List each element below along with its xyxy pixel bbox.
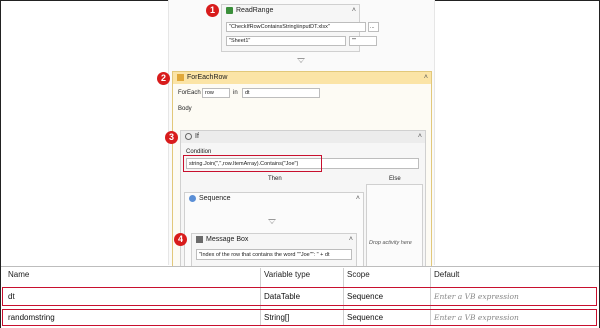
variable-type-cell[interactable]: DataTable (264, 292, 300, 301)
message-box-header: Message Box ˄ (192, 234, 356, 246)
excel-read-icon (226, 6, 233, 14)
if-header: If ˄ (181, 131, 425, 143)
for-each-row-title: ForEachRow (187, 74, 228, 81)
sequence-icon (189, 194, 196, 202)
read-range-title: ReadRange (236, 7, 274, 14)
range-field[interactable]: "" (349, 36, 377, 46)
step-marker-1: 1 (206, 4, 219, 17)
body-label: Body (178, 106, 192, 112)
foreach-icon (177, 73, 184, 81)
message-text-field[interactable]: "Index of the row that contains the word… (196, 249, 352, 260)
in-label: in (233, 90, 238, 96)
if-title: If (195, 133, 199, 140)
variable-name-cell[interactable]: dt (8, 292, 15, 301)
step-marker-2: 2 (157, 72, 170, 85)
sequence-title: Sequence (199, 195, 231, 202)
collapse-chevron-icon[interactable]: ˄ (352, 5, 356, 17)
else-drop-area[interactable] (366, 184, 423, 266)
collapse-chevron-icon[interactable]: ˄ (418, 131, 422, 143)
variable-type-cell[interactable]: String[] (264, 313, 289, 322)
read-range-header: ReadRange ˄ (222, 5, 359, 17)
collapse-chevron-icon[interactable]: ˄ (349, 234, 353, 246)
if-icon (185, 132, 192, 140)
else-drop-text: Drop activity here (369, 240, 412, 246)
step-marker-4: 4 (174, 233, 187, 246)
browse-button[interactable]: ... (368, 22, 379, 32)
sheet-name-field[interactable]: "Sheet1" (226, 36, 346, 46)
variable-scope-cell[interactable]: Sequence (347, 313, 383, 322)
header-variable-type[interactable]: Variable type (264, 270, 310, 279)
message-box-icon (196, 235, 203, 243)
variable-scope-cell[interactable]: Sequence (347, 292, 383, 301)
foreach-item-field[interactable]: row (202, 88, 230, 98)
drop-arrow-icon (268, 219, 276, 224)
message-box-title: Message Box (206, 236, 249, 243)
sequence-header: Sequence ˄ (185, 193, 363, 205)
workbook-path-field[interactable]: "CheckIfRowContainsString\inputDT.xlsx" (226, 22, 366, 32)
variable-default-cell[interactable]: Enter a VB expression (434, 292, 519, 301)
variable-name-cell[interactable]: randomstring (8, 313, 55, 322)
collapse-chevron-icon[interactable]: ˄ (424, 72, 428, 84)
header-scope[interactable]: Scope (347, 270, 370, 279)
else-label: Else (389, 176, 401, 182)
for-each-row-header: ForEachRow ˄ (173, 72, 431, 84)
collapse-chevron-icon[interactable]: ˄ (356, 193, 360, 205)
drop-arrow-icon (297, 58, 305, 63)
foreach-collection-field[interactable]: dt (242, 88, 320, 98)
step-marker-3: 3 (165, 131, 178, 144)
then-label: Then (268, 176, 282, 182)
header-name[interactable]: Name (8, 270, 29, 279)
condition-highlight-box (183, 155, 322, 172)
foreach-label: ForEach (178, 90, 201, 96)
variable-default-cell[interactable]: Enter a VB expression (434, 313, 519, 322)
header-default[interactable]: Default (434, 270, 459, 279)
